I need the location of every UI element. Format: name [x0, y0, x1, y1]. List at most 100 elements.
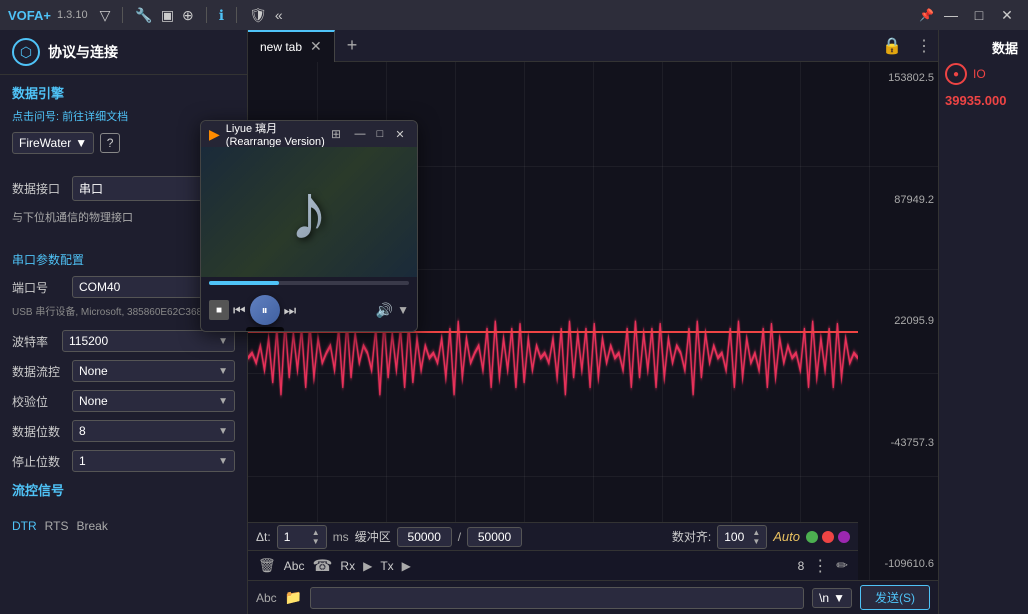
- sep3: [236, 7, 237, 23]
- progress-bar-fill: [209, 281, 279, 285]
- parity-label: 校验位: [12, 393, 72, 410]
- media-close-button[interactable]: ✕: [391, 125, 409, 143]
- eraser-icon[interactable]: ✏: [836, 557, 848, 574]
- close-button[interactable]: ✕: [994, 2, 1020, 28]
- newline-select[interactable]: \n ▼: [812, 588, 852, 608]
- stop-bits-select[interactable]: 1 ▼: [72, 450, 235, 472]
- parity-select[interactable]: None ▼: [72, 390, 235, 412]
- align-label: 数对齐:: [672, 528, 711, 545]
- io-inner: ●: [953, 69, 959, 80]
- data-bits-row: 数据位数 8 ▼: [12, 420, 235, 442]
- send-button[interactable]: 发送(S): [860, 585, 930, 610]
- bottom-tx: Tx: [380, 559, 393, 573]
- stop-bits-value: 1: [79, 454, 86, 468]
- bottom-abc-label: Abc: [256, 591, 277, 605]
- data-bits-value: 8: [79, 424, 86, 438]
- zoom-bar: 🗑 Abc ☎ Rx ▶ Tx ▶ 8 ⋮ ✏: [248, 550, 858, 580]
- dot-red: [822, 531, 834, 543]
- media-minimize-button[interactable]: —: [351, 125, 369, 143]
- expand-icon[interactable]: «: [275, 7, 283, 23]
- tab-add-button[interactable]: +: [335, 35, 370, 56]
- engine-select[interactable]: FireWater ▼: [12, 132, 94, 154]
- signal-row: DTR RTS Break: [0, 513, 247, 539]
- media-volume-button[interactable]: 🔊: [376, 302, 393, 319]
- stop-bits-row: 停止位数 1 ▼: [12, 450, 235, 472]
- flow-control-select[interactable]: None ▼: [72, 360, 235, 382]
- media-progress[interactable]: [201, 277, 417, 289]
- tab-lock-icon[interactable]: 🔒: [874, 36, 910, 56]
- baud-select[interactable]: 115200 ▼: [62, 330, 235, 352]
- help-button[interactable]: ?: [100, 133, 120, 153]
- tabs-bar: new tab ✕ + 🔒 ⋮: [248, 30, 938, 62]
- io-row: ● IO: [945, 63, 986, 85]
- window-controls: — □ ✕: [938, 2, 1020, 28]
- box-icon[interactable]: ▣: [161, 7, 174, 24]
- bottom-phone-icon: ☎: [312, 556, 332, 576]
- y-label-3: 22095.9: [862, 315, 934, 327]
- tab-menu-icon[interactable]: ⋮: [910, 36, 938, 56]
- media-maximize-button[interactable]: □: [371, 125, 389, 143]
- rts-label[interactable]: RTS: [45, 519, 69, 533]
- media-body: ♪: [201, 147, 417, 277]
- right-panel: 数据 ● IO 39935.000: [938, 30, 1028, 614]
- dot-purple: [838, 531, 850, 543]
- media-prev-button[interactable]: ⏮: [233, 302, 246, 319]
- delta-t-unit: ms: [333, 530, 349, 544]
- tab-label: new tab: [260, 40, 302, 54]
- app-name: VOFA+: [8, 8, 51, 23]
- flow-control-label: 数据流控: [12, 363, 72, 380]
- media-title-icon: ▶: [209, 126, 220, 143]
- flow-signal-label: 流控信号: [12, 480, 235, 499]
- progress-bar-bg: [209, 281, 409, 285]
- media-controls: ■ ⏮ ⏸ 暂停 ⏭ 🔊 ▼: [201, 289, 417, 331]
- dropdown-icon[interactable]: ▽: [100, 7, 111, 24]
- delta-t-label: Δt:: [256, 530, 271, 544]
- engine-value: FireWater: [19, 136, 71, 150]
- info-icon[interactable]: ℹ: [219, 7, 224, 24]
- io-value: 39935.000: [945, 93, 1006, 108]
- newline-value: \n: [819, 591, 829, 605]
- media-vol-arrow[interactable]: ▼: [397, 303, 409, 317]
- more-icon[interactable]: ⋮: [812, 556, 828, 576]
- break-label[interactable]: Break: [76, 519, 107, 533]
- delete-icon[interactable]: 🗑: [258, 557, 276, 574]
- titlebar-tools: ▽ 🔧 ▣ ⊕ ℹ 🛡 «: [100, 7, 283, 24]
- media-grid-btn[interactable]: ⊞: [331, 127, 341, 141]
- bottom-abc: Abc: [284, 559, 305, 573]
- media-next-button[interactable]: ⏭: [284, 302, 297, 319]
- settings-icon[interactable]: 🔧: [135, 7, 152, 24]
- shield-icon[interactable]: 🛡: [249, 7, 267, 24]
- delta-t-input[interactable]: 1 ▲▼: [277, 525, 327, 549]
- maximize-button[interactable]: □: [966, 2, 992, 28]
- target-icon[interactable]: ⊕: [182, 7, 194, 24]
- port-label: 端口号: [12, 279, 72, 296]
- sep2: [206, 7, 207, 23]
- baud-value: 115200: [69, 334, 108, 348]
- media-title-text: Liyue 璃月 (Rearrange Version): [226, 120, 325, 148]
- io-circle: ●: [945, 63, 967, 85]
- buffer-value2[interactable]: 50000: [467, 527, 522, 547]
- buffer-value1[interactable]: 50000: [397, 527, 452, 547]
- flow-control-value: None: [79, 364, 108, 378]
- sep1: [122, 7, 123, 23]
- media-stop-button[interactable]: ■: [209, 300, 229, 320]
- align-input[interactable]: 100 ▲▼: [717, 525, 767, 549]
- pin-icon[interactable]: 📌: [919, 8, 934, 22]
- data-bits-select[interactable]: 8 ▼: [72, 420, 235, 442]
- y-label-5: -109610.6: [862, 558, 934, 570]
- folder-icon[interactable]: 📁: [285, 589, 302, 606]
- dtr-label[interactable]: DTR: [12, 519, 37, 533]
- buffer-label: 缓冲区: [355, 528, 391, 545]
- bottom-arrow2: ▶: [402, 559, 411, 573]
- tab-close-button[interactable]: ✕: [310, 38, 322, 55]
- minimize-button[interactable]: —: [938, 2, 964, 28]
- tab-new[interactable]: new tab ✕: [248, 30, 335, 62]
- bottom-number: 8: [798, 559, 805, 573]
- bottom-bar: Abc 📁 \n ▼ 发送(S): [248, 580, 938, 614]
- connection-icon: ⬡: [12, 38, 40, 66]
- send-input[interactable]: [310, 587, 804, 609]
- media-titlebar: ▶ Liyue 璃月 (Rearrange Version) ⊞ — □ ✕: [201, 121, 417, 147]
- data-bits-label: 数据位数: [12, 423, 72, 440]
- media-pause-button[interactable]: ⏸: [250, 295, 280, 325]
- baud-row: 波特率 115200 ▼: [12, 330, 235, 352]
